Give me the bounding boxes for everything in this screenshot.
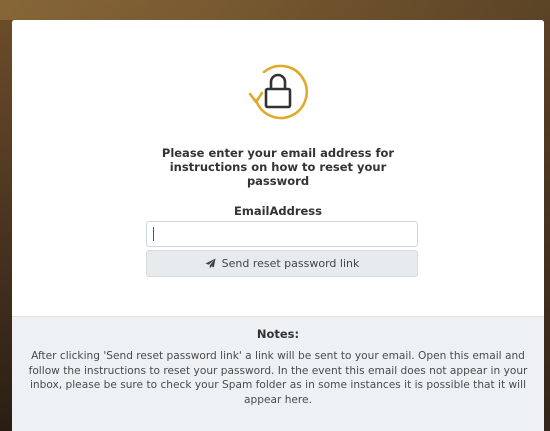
reset-password-card: Please enter your email address for inst… [12, 20, 544, 431]
paper-plane-icon [205, 258, 216, 269]
notes-panel: Notes: After clicking 'Send reset passwo… [12, 316, 544, 431]
notes-title: Notes: [256, 327, 300, 341]
email-address-input[interactable] [146, 221, 418, 247]
send-reset-link-button[interactable]: Send reset password link [146, 250, 418, 277]
send-reset-link-label: Send reset password link [221, 257, 360, 270]
email-address-label: EmailAddress [233, 204, 322, 218]
reset-form-panel: Please enter your email address for inst… [12, 20, 544, 316]
text-cursor [153, 227, 154, 241]
background-right [544, 20, 550, 431]
notes-body: After clicking 'Send reset password link… [28, 350, 528, 406]
lock-reset-icon [242, 56, 312, 126]
background-left [0, 20, 12, 431]
reset-instructions: Please enter your email address for inst… [161, 146, 395, 188]
